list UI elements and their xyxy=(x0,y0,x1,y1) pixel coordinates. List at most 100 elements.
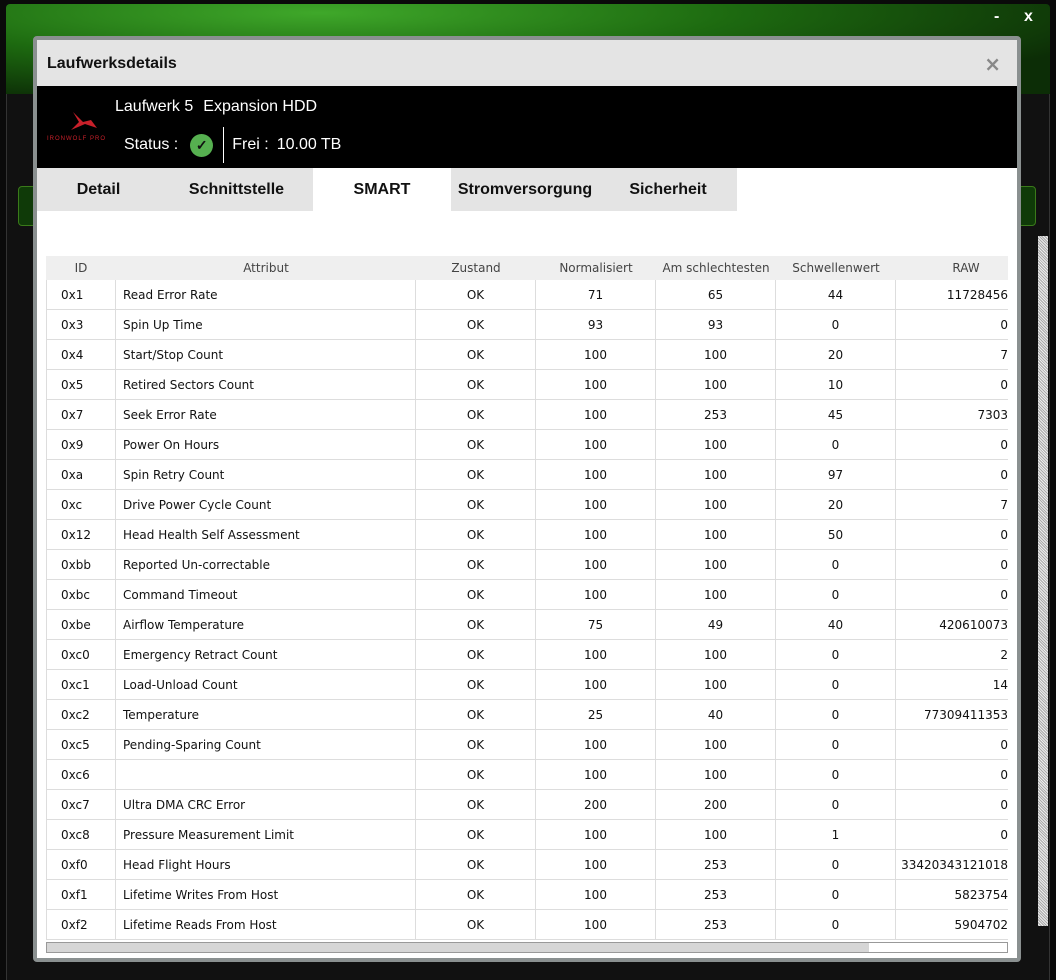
cell-id: 0xc7 xyxy=(46,790,116,819)
table-row[interactable]: 0xc6 OK 100 100 0 0 xyxy=(46,760,1008,790)
table-row[interactable]: 0x1 Read Error Rate OK 71 65 44 11728456 xyxy=(46,280,1008,310)
cell-state: OK xyxy=(416,550,536,579)
col-normalisiert[interactable]: Normalisiert xyxy=(536,256,656,280)
cell-worst: 93 xyxy=(656,310,776,339)
cell-id: 0x12 xyxy=(46,520,116,549)
cell-attribute: Retired Sectors Count xyxy=(116,370,416,399)
close-icon[interactable]: × xyxy=(984,52,1001,76)
cell-state: OK xyxy=(416,760,536,789)
cell-state: OK xyxy=(416,790,536,819)
status-label: Status : xyxy=(124,136,179,153)
cell-state: OK xyxy=(416,520,536,549)
free-label: Frei : xyxy=(232,136,269,153)
table-row[interactable]: 0xc0 Emergency Retract Count OK 100 100 0 2 xyxy=(46,640,1008,670)
table-row[interactable]: 0xc Drive Power Cycle Count OK 100 100 20 7 xyxy=(46,490,1008,520)
cell-normalized: 100 xyxy=(536,730,656,759)
table-row[interactable]: 0x4 Start/Stop Count OK 100 100 20 7 xyxy=(46,340,1008,370)
cell-worst: 100 xyxy=(656,460,776,489)
cell-attribute: Pressure Measurement Limit xyxy=(116,820,416,849)
table-row[interactable]: 0xc8 Pressure Measurement Limit OK 100 100 1 0 xyxy=(46,820,1008,850)
ironwolf-logo: IRONWOLF PRO xyxy=(47,110,113,144)
cell-id: 0x7 xyxy=(46,400,116,429)
cell-id: 0xc2 xyxy=(46,700,116,729)
cell-attribute: Head Health Self Assessment xyxy=(116,520,416,549)
cell-id: 0x4 xyxy=(46,340,116,369)
table-row[interactable]: 0x3 Spin Up Time OK 93 93 0 0 xyxy=(46,310,1008,340)
table-row[interactable]: 0xf1 Lifetime Writes From Host OK 100 253 0 58… xyxy=(46,880,1008,910)
table-row[interactable]: 0xf0 Head Flight Hours OK 100 253 0 3342034312… xyxy=(46,850,1008,880)
cell-state: OK xyxy=(416,880,536,909)
cell-threshold: 0 xyxy=(776,640,896,669)
cell-worst: 100 xyxy=(656,430,776,459)
table-row[interactable]: 0x9 Power On Hours OK 100 100 0 0 xyxy=(46,430,1008,460)
cell-normalized: 100 xyxy=(536,640,656,669)
cell-state: OK xyxy=(416,640,536,669)
col-raw[interactable]: RAW xyxy=(896,256,1008,280)
table-row[interactable]: 0x5 Retired Sectors Count OK 100 100 10 0 xyxy=(46,370,1008,400)
cell-raw: 7303 xyxy=(977,407,1008,422)
cell-normalized: 100 xyxy=(536,340,656,369)
table-header: ID Attribut Zustand Normalisiert Am schl… xyxy=(46,256,1008,280)
cell-id: 0x5 xyxy=(46,370,116,399)
cell-raw: 420610073 xyxy=(939,617,1008,632)
tab-smart[interactable]: SMART xyxy=(313,168,451,211)
cell-threshold: 0 xyxy=(776,910,896,939)
cell-raw: 0 xyxy=(1000,557,1008,572)
cell-normalized: 75 xyxy=(536,610,656,639)
cell-normalized: 71 xyxy=(536,280,656,309)
cell-normalized: 100 xyxy=(536,370,656,399)
tab-detail[interactable]: Detail xyxy=(37,168,160,211)
cell-state: OK xyxy=(416,850,536,879)
table-row[interactable]: 0xc1 Load-Unload Count OK 100 100 0 14 xyxy=(46,670,1008,700)
minimize-button[interactable]: - xyxy=(994,8,999,26)
tab-schnittstelle[interactable]: Schnittstelle xyxy=(160,168,313,211)
cell-attribute: Drive Power Cycle Count xyxy=(116,490,416,519)
col-schwellenwert[interactable]: Schwellenwert xyxy=(776,256,896,280)
col-zustand[interactable]: Zustand xyxy=(416,256,536,280)
table-row[interactable]: 0x12 Head Health Self Assessment OK 100 100 5… xyxy=(46,520,1008,550)
cell-normalized: 100 xyxy=(536,550,656,579)
cell-normalized: 100 xyxy=(536,850,656,879)
scrollbar-thumb[interactable] xyxy=(47,943,869,952)
cell-normalized: 100 xyxy=(536,520,656,549)
table-row[interactable]: 0xa Spin Retry Count OK 100 100 97 0 xyxy=(46,460,1008,490)
cell-worst: 100 xyxy=(656,580,776,609)
cell-id: 0xc1 xyxy=(46,670,116,699)
cell-raw: 0 xyxy=(1000,437,1008,452)
cell-worst: 100 xyxy=(656,640,776,669)
cell-threshold: 97 xyxy=(776,460,896,489)
dialog-title: Laufwerksdetails xyxy=(47,55,177,72)
col-attribut[interactable]: Attribut xyxy=(116,256,416,280)
close-app-button[interactable]: x xyxy=(1024,8,1033,26)
cell-normalized: 100 xyxy=(536,580,656,609)
table-row[interactable]: 0xc2 Temperature OK 25 40 0 77309411353 xyxy=(46,700,1008,730)
cell-normalized: 100 xyxy=(536,820,656,849)
table-row[interactable]: 0x7 Seek Error Rate OK 100 253 45 7303 xyxy=(46,400,1008,430)
cell-id: 0x3 xyxy=(46,310,116,339)
table-row[interactable]: 0xbc Command Timeout OK 100 100 0 0 xyxy=(46,580,1008,610)
tab-sicherheit[interactable]: Sicherheit xyxy=(599,168,737,211)
divider xyxy=(223,127,225,163)
tab-stromversorgung[interactable]: Stromversorgung xyxy=(451,168,599,211)
col-am-schlechtesten[interactable]: Am schlechtesten xyxy=(656,256,776,280)
cell-worst: 100 xyxy=(656,340,776,369)
cell-attribute: Seek Error Rate xyxy=(116,400,416,429)
cell-threshold: 0 xyxy=(776,880,896,909)
drive-name: Expansion HDD xyxy=(203,98,318,115)
horizontal-scrollbar[interactable] xyxy=(46,942,1008,953)
cell-threshold: 44 xyxy=(776,280,896,309)
table-row[interactable]: 0xc7 Ultra DMA CRC Error OK 200 200 0 0 xyxy=(46,790,1008,820)
app-scrollbar[interactable] xyxy=(1038,236,1048,926)
cell-attribute: Airflow Temperature xyxy=(116,610,416,639)
table-row[interactable]: 0xf2 Lifetime Reads From Host OK 100 253 0 590… xyxy=(46,910,1008,940)
cell-normalized: 100 xyxy=(536,490,656,519)
col-id[interactable]: ID xyxy=(46,256,116,280)
table-row[interactable]: 0xbe Airflow Temperature OK 75 49 40 420610073 xyxy=(46,610,1008,640)
cell-state: OK xyxy=(416,700,536,729)
cell-normalized: 200 xyxy=(536,790,656,819)
table-row[interactable]: 0xc5 Pending-Sparing Count OK 100 100 0 0 xyxy=(46,730,1008,760)
table-row[interactable]: 0xbb Reported Un-correctable OK 100 100 0 0 xyxy=(46,550,1008,580)
cell-raw: 0 xyxy=(1000,467,1008,482)
cell-raw: 0 xyxy=(1000,527,1008,542)
cell-raw: 77309411353 xyxy=(924,707,1008,722)
